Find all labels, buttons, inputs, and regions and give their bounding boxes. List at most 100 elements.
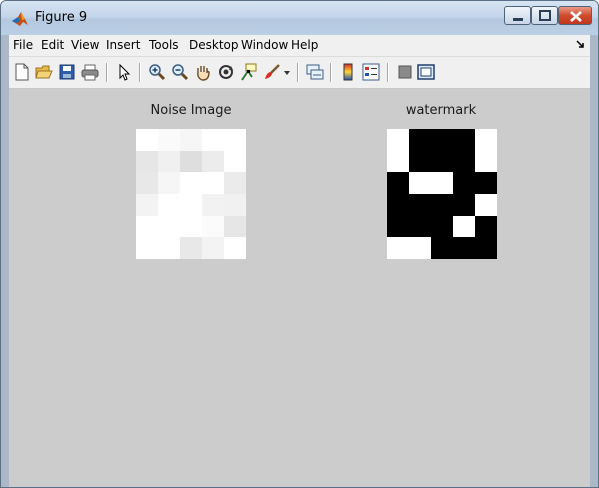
title-bar[interactable]: Figure 9 (1, 1, 598, 35)
image-pixel (409, 193, 431, 216)
image-pixel (158, 172, 180, 194)
image-pixel (136, 193, 158, 216)
menu-view[interactable]: View (71, 38, 99, 52)
open-file-icon[interactable] (35, 63, 53, 81)
image-pixel (453, 172, 475, 194)
image-pixel (202, 215, 224, 238)
image-pixel (202, 237, 224, 259)
zoom-out-icon[interactable] (171, 63, 189, 81)
image-pixel (224, 172, 246, 194)
image-pixel (387, 215, 409, 238)
image-pixel (202, 193, 224, 216)
show-plot-tools-icon[interactable] (417, 63, 435, 81)
image-pixel (224, 215, 246, 238)
image-pixel (136, 237, 158, 259)
figure-window: Figure 9 File Edit View Insert Tools Des… (0, 0, 599, 488)
image-pixel (180, 193, 202, 216)
image-pixel (475, 237, 497, 259)
menu-edit[interactable]: Edit (41, 38, 64, 52)
toolbar-separator (139, 63, 141, 82)
image-pixel (453, 237, 475, 259)
menu-help[interactable]: Help (291, 38, 318, 52)
rotate-3d-icon[interactable] (217, 63, 235, 81)
image-pixel (158, 129, 180, 151)
image-pixel (409, 237, 431, 259)
image-pixel (409, 172, 431, 194)
image-pixel (224, 237, 246, 259)
menu-bar: File Edit View Insert Tools Desktop Wind… (9, 35, 590, 57)
image-pixel (387, 129, 409, 151)
menu-window[interactable]: Window (241, 38, 288, 52)
image-pixel (136, 215, 158, 238)
insert-legend-icon[interactable] (362, 63, 380, 81)
maximize-button[interactable] (531, 6, 558, 25)
image-pixel (202, 150, 224, 173)
image-pixel (431, 150, 453, 173)
image-pixel (431, 237, 453, 259)
menu-dock-arrow-icon[interactable] (576, 40, 584, 48)
image-pixel (475, 150, 497, 173)
window-title: Figure 9 (35, 10, 88, 25)
select-arrow-icon[interactable] (115, 63, 133, 81)
image-pixel (475, 129, 497, 151)
menu-file[interactable]: File (13, 38, 33, 52)
zoom-in-icon[interactable] (148, 63, 166, 81)
image-pixel (180, 129, 202, 151)
watermark-title: watermark (405, 103, 477, 118)
minimize-icon (513, 18, 523, 21)
close-button[interactable] (558, 6, 592, 25)
image-pixel (158, 150, 180, 173)
image-pixel (431, 215, 453, 238)
close-icon (570, 11, 582, 22)
noise-image-title: Noise Image (150, 103, 232, 118)
image-pixel (158, 215, 180, 238)
image-pixel (158, 237, 180, 259)
image-pixel (409, 150, 431, 173)
image-pixel (431, 129, 453, 151)
new-figure-icon[interactable] (13, 63, 31, 81)
menu-insert[interactable]: Insert (106, 38, 140, 52)
menu-desktop[interactable]: Desktop (189, 38, 239, 52)
minimize-button[interactable] (504, 6, 531, 25)
link-plot-icon[interactable] (306, 63, 324, 81)
data-cursor-icon[interactable] (240, 63, 258, 81)
image-pixel (475, 215, 497, 238)
image-pixel (180, 237, 202, 259)
image-pixel (475, 193, 497, 216)
figure-canvas[interactable]: Noise Image watermark (9, 89, 590, 487)
brush-dropdown-icon[interactable] (283, 63, 291, 81)
maximize-icon (539, 10, 551, 21)
watermark-image-plot[interactable] (387, 129, 497, 259)
save-icon[interactable] (58, 63, 76, 81)
matlab-logo-icon (12, 12, 28, 26)
image-pixel (387, 172, 409, 194)
image-pixel (224, 193, 246, 216)
pan-hand-icon[interactable] (194, 63, 212, 81)
image-pixel (387, 193, 409, 216)
image-pixel (453, 129, 475, 151)
menu-tools[interactable]: Tools (149, 38, 179, 52)
image-pixel (453, 215, 475, 238)
image-pixel (453, 193, 475, 216)
image-pixel (180, 172, 202, 194)
image-pixel (475, 172, 497, 194)
image-pixel (409, 129, 431, 151)
image-pixel (136, 129, 158, 151)
noise-image-plot[interactable] (136, 129, 246, 259)
hide-plot-tools-icon[interactable] (396, 63, 414, 81)
image-pixel (224, 129, 246, 151)
insert-colorbar-icon[interactable] (339, 63, 357, 81)
print-icon[interactable] (81, 63, 99, 81)
image-pixel (387, 237, 409, 259)
image-pixel (180, 150, 202, 173)
image-pixel (136, 172, 158, 194)
toolbar-separator (297, 63, 299, 82)
image-pixel (409, 215, 431, 238)
toolbar-separator (330, 63, 332, 82)
brush-icon[interactable] (263, 63, 281, 81)
image-pixel (136, 150, 158, 173)
image-pixel (387, 150, 409, 173)
image-pixel (224, 150, 246, 173)
image-pixel (431, 193, 453, 216)
toolbar-separator (106, 63, 108, 82)
